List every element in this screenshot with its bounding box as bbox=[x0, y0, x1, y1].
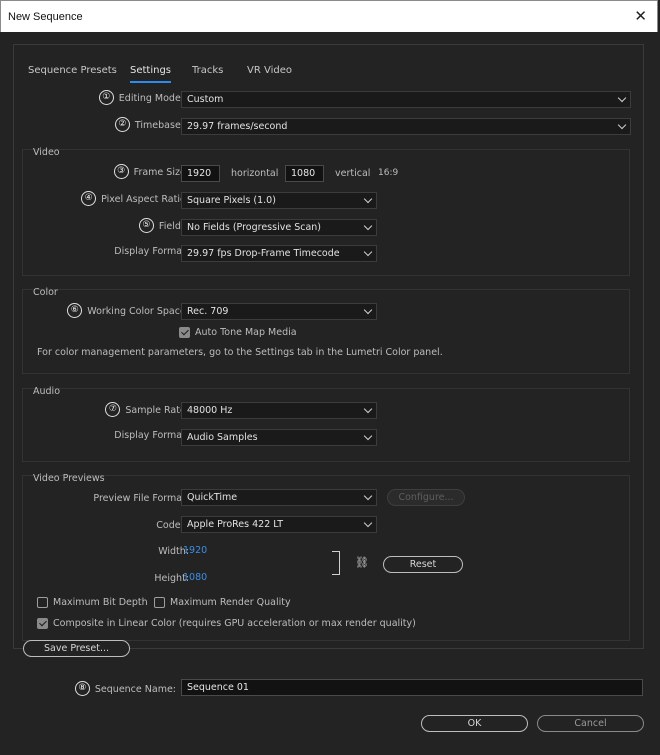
chevron-down-icon bbox=[363, 491, 373, 501]
max-render-quality-checkbox[interactable] bbox=[154, 597, 165, 608]
badge-7: ⑦ bbox=[105, 402, 121, 417]
sequence-name-input[interactable]: Sequence 01 bbox=[181, 679, 643, 696]
color-group: Color ⑥ Working Color Space: Rec. 709 Aut… bbox=[22, 287, 630, 374]
pixel-aspect-ratio-label: ④ Pixel Aspect Ratio: bbox=[81, 191, 189, 207]
frame-height-input[interactable]: 1080 bbox=[285, 165, 324, 182]
preview-width-value[interactable]: 1920 bbox=[183, 545, 207, 556]
chevron-down-icon bbox=[363, 518, 373, 528]
badge-8: ⑧ bbox=[74, 681, 90, 696]
auto-tone-map-label: Auto Tone Map Media bbox=[195, 327, 297, 338]
chevron-down-icon bbox=[363, 404, 373, 414]
preview-file-format-value: QuickTime bbox=[187, 492, 238, 503]
chevron-down-icon bbox=[363, 194, 373, 204]
chevron-down-icon bbox=[363, 247, 373, 257]
linear-color-checkbox[interactable] bbox=[37, 618, 48, 629]
configure-button[interactable]: Configure... bbox=[387, 489, 465, 506]
display-format-value: 29.97 fps Drop-Frame Timecode bbox=[187, 248, 340, 259]
chevron-down-icon bbox=[363, 221, 373, 231]
chevron-down-icon bbox=[617, 120, 627, 130]
preview-file-format-dropdown[interactable]: QuickTime bbox=[181, 489, 377, 506]
timebase-label: ② Timebase: bbox=[114, 117, 184, 133]
preview-file-format-label: Preview File Format: bbox=[93, 493, 189, 504]
video-previews-group: Video Previews Preview File Format: Quic… bbox=[22, 473, 630, 641]
color-group-title: Color bbox=[33, 287, 58, 298]
sequence-name-label: ⑧ Sequence Name: bbox=[74, 681, 176, 697]
codec-value: Apple ProRes 422 LT bbox=[187, 519, 284, 530]
audio-group: Audio ⑦ Sample Rate: 48000 Hz Display For… bbox=[22, 386, 630, 462]
editing-mode-value: Custom bbox=[187, 94, 224, 105]
working-color-space-label: ⑥ Working Color Space: bbox=[67, 303, 189, 319]
color-management-note: For color management parameters, go to t… bbox=[37, 347, 443, 358]
link-bracket bbox=[332, 551, 340, 575]
pixel-aspect-ratio-value: Square Pixels (1.0) bbox=[187, 195, 276, 206]
badge-1: ① bbox=[98, 90, 114, 105]
reset-button[interactable]: Reset bbox=[383, 556, 463, 573]
badge-2: ② bbox=[114, 117, 130, 132]
preview-height-value[interactable]: 1080 bbox=[183, 572, 207, 583]
chevron-down-icon bbox=[617, 93, 627, 103]
tab-tracks[interactable]: Tracks bbox=[192, 65, 223, 76]
horizontal-label: horizontal bbox=[231, 168, 279, 179]
auto-tone-map-checkbox[interactable] bbox=[179, 327, 190, 338]
settings-panel: Sequence Presets Settings Tracks VR Vide… bbox=[13, 44, 644, 649]
working-color-space-dropdown[interactable]: Rec. 709 bbox=[181, 303, 377, 320]
cancel-button[interactable]: Cancel bbox=[537, 715, 644, 732]
linear-color-label: Composite in Linear Color (requires GPU … bbox=[53, 618, 416, 629]
badge-4: ④ bbox=[81, 191, 97, 206]
tab-settings[interactable]: Settings bbox=[130, 65, 172, 83]
close-icon[interactable]: ✕ bbox=[634, 8, 647, 24]
display-format-dropdown[interactable]: 29.97 fps Drop-Frame Timecode bbox=[181, 245, 377, 262]
audio-group-title: Audio bbox=[33, 386, 61, 397]
working-color-space-value: Rec. 709 bbox=[187, 306, 229, 317]
video-previews-group-title: Video Previews bbox=[33, 473, 105, 484]
link-icon[interactable]: ⛓ bbox=[355, 556, 369, 569]
aspect-ratio-text: 16:9 bbox=[378, 168, 399, 178]
fields-dropdown[interactable]: No Fields (Progressive Scan) bbox=[181, 219, 377, 236]
badge-6: ⑥ bbox=[67, 303, 83, 318]
chevron-down-icon bbox=[363, 305, 373, 315]
timebase-value: 29.97 frames/second bbox=[187, 121, 288, 132]
max-bit-depth-label: Maximum Bit Depth bbox=[53, 597, 148, 608]
ok-button[interactable]: OK bbox=[421, 715, 528, 732]
editing-mode-dropdown[interactable]: Custom bbox=[181, 91, 631, 108]
sample-rate-label: ⑦ Sample Rate: bbox=[105, 402, 189, 418]
display-format-label: Display Format: bbox=[114, 246, 189, 257]
save-preset-button[interactable]: Save Preset... bbox=[23, 640, 130, 657]
badge-5: ⑤ bbox=[138, 218, 154, 233]
vertical-label: vertical bbox=[335, 168, 371, 179]
sample-rate-value: 48000 Hz bbox=[187, 405, 233, 416]
window-title: New Sequence bbox=[8, 11, 83, 23]
video-group-title: Video bbox=[33, 147, 60, 158]
pixel-aspect-ratio-dropdown[interactable]: Square Pixels (1.0) bbox=[181, 192, 377, 209]
title-bar: New Sequence ✕ bbox=[0, 0, 658, 32]
chevron-down-icon bbox=[363, 431, 373, 441]
timebase-dropdown[interactable]: 29.97 frames/second bbox=[181, 118, 631, 135]
editing-mode-label: ① Editing Mode: bbox=[98, 90, 184, 106]
audio-display-format-value: Audio Samples bbox=[187, 432, 258, 443]
video-group: Video ③ Frame Size: 1920 horizontal 1080 … bbox=[22, 147, 630, 276]
audio-display-format-dropdown[interactable]: Audio Samples bbox=[181, 429, 377, 446]
frame-size-label: ③ Frame Size: bbox=[113, 164, 189, 180]
frame-width-input[interactable]: 1920 bbox=[181, 165, 220, 182]
tab-vr-video[interactable]: VR Video bbox=[247, 65, 292, 76]
max-render-quality-label: Maximum Render Quality bbox=[170, 597, 291, 608]
audio-display-format-label: Display Format: bbox=[114, 430, 189, 441]
new-sequence-dialog: Sequence Presets Settings Tracks VR Vide… bbox=[0, 32, 660, 755]
fields-value: No Fields (Progressive Scan) bbox=[187, 222, 322, 233]
tab-sequence-presets[interactable]: Sequence Presets bbox=[28, 65, 117, 76]
sample-rate-dropdown[interactable]: 48000 Hz bbox=[181, 402, 377, 419]
badge-3: ③ bbox=[113, 164, 129, 179]
codec-dropdown[interactable]: Apple ProRes 422 LT bbox=[181, 516, 377, 533]
max-bit-depth-checkbox[interactable] bbox=[37, 597, 48, 608]
